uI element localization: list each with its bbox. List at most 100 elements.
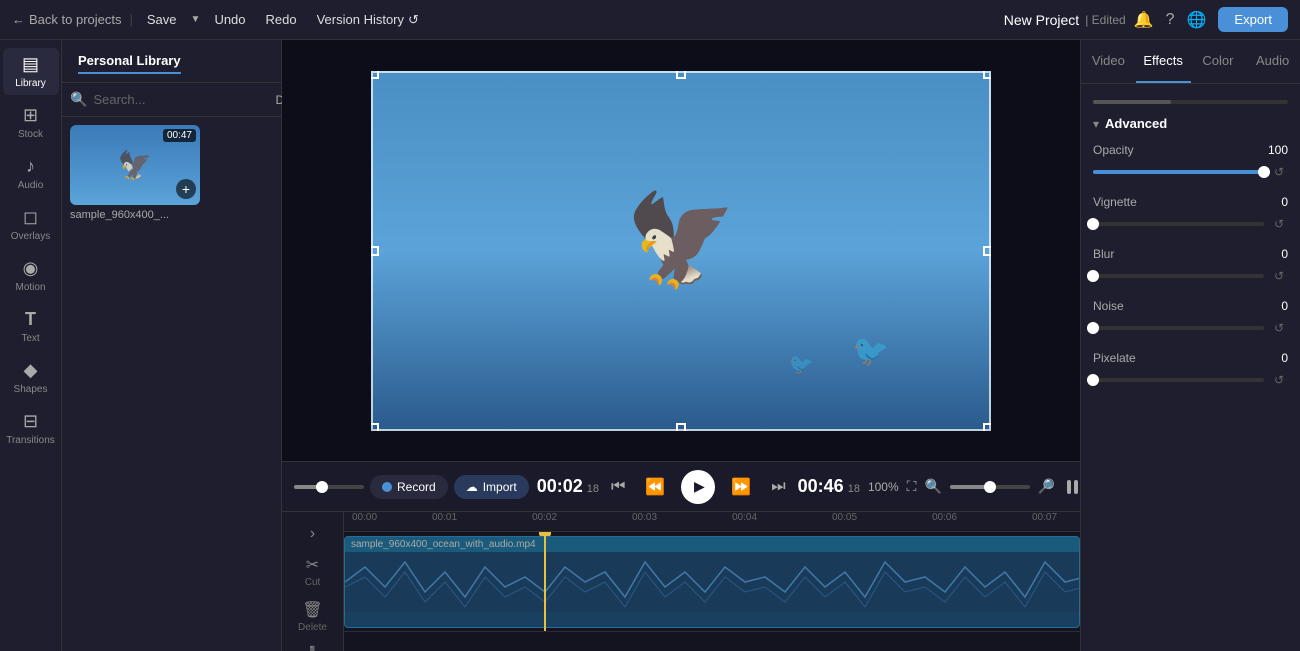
blur-label: Blur — [1093, 247, 1114, 261]
sidebar-item-audio[interactable]: ♪ Audio — [3, 150, 59, 197]
handle-bottom-left[interactable] — [371, 423, 379, 431]
sidebar-item-stock[interactable]: ⊞ Stock — [3, 99, 59, 146]
vignette-reset-button[interactable]: ↺ — [1270, 215, 1288, 233]
section-collapse-icon[interactable]: ▾ — [1093, 117, 1099, 131]
scroll-thumb — [1093, 100, 1171, 104]
delete-label: Delete — [298, 622, 327, 633]
back-button[interactable]: ← Back to projects — [12, 12, 122, 27]
noise-slider[interactable] — [1093, 326, 1264, 330]
svg-text:🐦: 🐦 — [852, 335, 889, 368]
tl-tool-delete[interactable]: 🗑 Delete — [287, 595, 339, 638]
media-timestamp: 00:47 — [163, 129, 196, 142]
fast-forward-button[interactable]: ⏩ — [727, 473, 755, 501]
tl-tool-cut[interactable]: ✂ Cut — [287, 550, 339, 593]
tl-tool-add-track[interactable]: ➕ Add Track — [287, 640, 339, 651]
vignette-value: 0 — [1281, 195, 1288, 209]
skip-to-end-button[interactable]: ⏭ — [767, 474, 789, 500]
fullscreen-icon[interactable]: ⛶ — [907, 478, 917, 495]
cloud-icon: ☁ — [466, 480, 478, 494]
pixelate-label: Pixelate — [1093, 351, 1136, 365]
pause-indicator[interactable] — [1063, 476, 1080, 498]
help-icon[interactable]: ? — [1166, 11, 1175, 29]
noise-reset-button[interactable]: ↺ — [1270, 319, 1288, 337]
zoom-slider[interactable] — [950, 485, 1030, 489]
play-button[interactable]: ▶ — [681, 470, 715, 504]
video-track: sample_960x400_ocean_with_audio.mp4 — [344, 532, 1080, 632]
undo-button[interactable]: Undo — [208, 9, 251, 30]
pause-bar-left — [1067, 480, 1071, 494]
tab-audio[interactable]: Audio — [1245, 40, 1300, 83]
topbar-left: ← Back to projects | Save ▼ Undo Redo Ve… — [12, 9, 996, 31]
pixelate-reset-button[interactable]: ↺ — [1270, 371, 1288, 389]
sidebar-label-library: Library — [15, 78, 46, 89]
opacity-slider-thumb — [1258, 166, 1270, 178]
notification-icon[interactable]: 🔔 — [1134, 10, 1154, 30]
handle-top-right[interactable] — [983, 71, 991, 79]
timeline-ruler: 00:00 00:01 00:02 00:03 00:04 00:05 00:0… — [344, 512, 1080, 532]
opacity-value: 100 — [1268, 143, 1288, 157]
skip-to-start-button[interactable]: ⏮ — [607, 474, 629, 500]
center-panel: 🦅 🐦 🐦 — [282, 40, 1080, 651]
sidebar-item-transitions[interactable]: ⊟ Transitions — [3, 405, 59, 452]
blur-reset-button[interactable]: ↺ — [1270, 267, 1288, 285]
add-track-icon: ➕ — [303, 645, 323, 651]
cut-label: Cut — [305, 577, 321, 588]
total-time-sub: 18 — [848, 483, 860, 495]
pause-bar-right — [1074, 480, 1078, 494]
handle-top-left[interactable] — [371, 71, 379, 79]
tab-effects[interactable]: Effects — [1136, 40, 1191, 83]
tl-tool-expand[interactable]: › — [287, 520, 339, 548]
search-input[interactable] — [93, 92, 269, 107]
zoom-in-icon[interactable]: 🔎 — [1038, 478, 1055, 495]
current-time-sub: 18 — [587, 483, 599, 495]
handle-middle-right[interactable] — [983, 246, 991, 256]
controls-bar: Record ☁ Import 00:02 18 ⏮ ⏪ ▶ — [282, 461, 1080, 511]
delete-icon: 🗑 — [302, 600, 322, 620]
playhead-handle[interactable] — [539, 532, 551, 536]
opacity-label: Opacity — [1093, 143, 1134, 157]
sidebar-item-overlays[interactable]: ◻ Overlays — [3, 201, 59, 248]
sidebar-item-motion[interactable]: ◉ Motion — [3, 252, 59, 299]
pixelate-slider[interactable] — [1093, 378, 1264, 382]
rewind-button[interactable]: ⏪ — [641, 473, 669, 501]
library-tab-label[interactable]: Personal Library — [78, 53, 181, 74]
vignette-slider[interactable] — [1093, 222, 1264, 226]
audio-icon: ♪ — [26, 156, 35, 177]
handle-middle-left[interactable] — [371, 246, 379, 256]
record-button[interactable]: Record — [370, 475, 448, 499]
sidebar-item-library[interactable]: ▤ Library — [3, 48, 59, 95]
sidebar-item-text[interactable]: T Text — [3, 303, 59, 350]
globe-icon[interactable]: 🌐 — [1187, 10, 1207, 30]
video-clip[interactable]: sample_960x400_ocean_with_audio.mp4 — [344, 536, 1080, 628]
controls-right: 100% ⛶ 🔍 🔎 — [868, 476, 1080, 498]
pixelate-value: 0 — [1281, 351, 1288, 365]
total-time-display: 00:46 18 — [798, 476, 860, 497]
handle-bottom-right[interactable] — [983, 423, 991, 431]
opacity-slider-fill — [1093, 170, 1264, 174]
sidebar-item-shapes[interactable]: ◆ Shapes — [3, 354, 59, 401]
right-panel-tabs: Video Effects Color Audio — [1081, 40, 1300, 84]
redo-button[interactable]: Redo — [260, 9, 303, 30]
export-button[interactable]: Export — [1218, 7, 1288, 32]
handle-bottom-center[interactable] — [676, 423, 686, 431]
controls-center: 00:02 18 ⏮ ⏪ ▶ ⏩ ⏭ 00:46 18 — [537, 470, 860, 504]
scroll-track[interactable] — [1093, 100, 1288, 104]
opacity-reset-button[interactable]: ↺ — [1270, 163, 1288, 181]
blur-slider[interactable] — [1093, 274, 1264, 278]
media-add-button[interactable]: + — [176, 179, 196, 199]
version-history-button[interactable]: Version History ↺ — [311, 9, 425, 31]
zoom-out-icon[interactable]: 🔍 — [924, 478, 941, 495]
volume-slider[interactable] — [294, 485, 364, 489]
media-thumb-item[interactable]: 🦅 00:47 + sample_960x400_... — [70, 125, 200, 221]
save-button[interactable]: Save — [141, 9, 183, 30]
import-button[interactable]: ☁ Import — [454, 475, 529, 499]
playhead[interactable] — [544, 532, 546, 631]
handle-top-center[interactable] — [676, 71, 686, 79]
tab-color[interactable]: Color — [1191, 40, 1246, 83]
text-icon: T — [25, 309, 36, 330]
save-dropdown-icon[interactable]: ▼ — [191, 14, 201, 25]
opacity-slider[interactable] — [1093, 170, 1264, 174]
project-info: New Project | Edited — [1004, 12, 1126, 28]
search-icon: 🔍 — [70, 91, 87, 108]
tab-video[interactable]: Video — [1081, 40, 1136, 83]
